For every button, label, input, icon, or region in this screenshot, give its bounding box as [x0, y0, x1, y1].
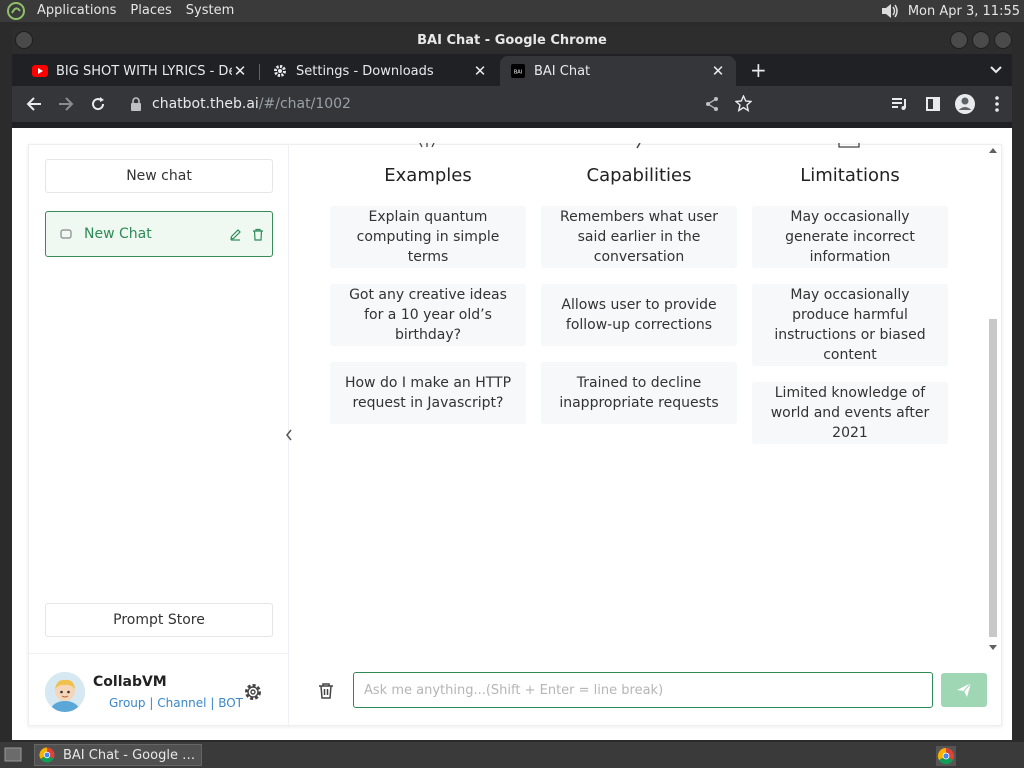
- limitation-item: Limited knowledge of world and events af…: [752, 382, 948, 444]
- top-panel: Applications Places System Mon Apr 3, 11…: [0, 0, 1024, 22]
- send-paper-plane-icon: [957, 682, 972, 697]
- send-button[interactable]: [941, 673, 987, 707]
- scroll-down-arrow-icon[interactable]: [989, 645, 997, 651]
- lightning-icon: [636, 143, 641, 149]
- taskbar-item-label: BAI Chat - Google Chrome: [63, 747, 197, 763]
- side-panel-icon[interactable]: [917, 88, 949, 120]
- youtube-icon: [32, 63, 48, 79]
- clock[interactable]: Mon Apr 3, 11:55: [908, 4, 1020, 19]
- examples-heading: Examples: [384, 165, 472, 186]
- chat-main: Examples Capabilities Limitations Explai…: [290, 143, 1003, 727]
- sidebar: New chat New Chat Prompt Store CollabVM …: [29, 145, 289, 727]
- tab-bai-chat[interactable]: BAI BAI Chat ✕: [500, 56, 736, 86]
- clear-chat-trash-icon[interactable]: [316, 681, 336, 701]
- maximize-button[interactable]: [972, 31, 990, 49]
- tab-close-icon[interactable]: ✕: [472, 62, 488, 80]
- user-links: Group | Channel | BOT: [109, 696, 243, 710]
- taskbar-item-chrome[interactable]: BAI Chat - Google Chrome: [34, 744, 202, 766]
- media-control-icon[interactable]: [884, 88, 916, 120]
- chrome-menu-icon[interactable]: [981, 88, 1012, 120]
- warning-icon: [838, 143, 860, 148]
- tab-separator: [259, 64, 260, 80]
- tab-close-icon[interactable]: ✕: [710, 62, 726, 80]
- sidebar-chat-item[interactable]: New Chat: [45, 211, 273, 257]
- show-desktop-icon[interactable]: [4, 747, 22, 763]
- address-bar[interactable]: chatbot.theb.ai/#/chat/1002: [130, 89, 950, 119]
- channel-link[interactable]: Channel: [157, 696, 206, 710]
- example-prompt[interactable]: Got any creative ideas for a 10 year old…: [330, 284, 526, 346]
- edit-pencil-icon[interactable]: [229, 228, 242, 241]
- limitations-heading: Limitations: [800, 165, 900, 186]
- window-menu-button[interactable]: [15, 31, 33, 49]
- tab-close-icon[interactable]: ✕: [232, 62, 248, 80]
- browser-toolbar: chatbot.theb.ai/#/chat/1002: [12, 86, 1012, 122]
- group-link[interactable]: Group: [109, 696, 146, 710]
- capability-item: Allows user to provide follow-up correct…: [541, 284, 737, 346]
- example-prompt[interactable]: Explain quantum computing in simple term…: [330, 206, 526, 268]
- profile-avatar-icon[interactable]: [949, 88, 981, 120]
- url-host: chatbot.theb.ai: [152, 96, 259, 112]
- user-name: CollabVM: [93, 674, 167, 690]
- applications-menu[interactable]: Applications: [30, 0, 123, 22]
- limitation-item: May occasionally produce harmful instruc…: [752, 284, 948, 366]
- gear-icon: [272, 63, 288, 79]
- limitation-item: May occasionally generate incorrect info…: [752, 206, 948, 268]
- window-title: BAI Chat - Google Chrome: [417, 32, 607, 48]
- tab-strip: BIG SHOT WITH LYRICS - Deltarune ✕ Setti…: [12, 54, 1012, 86]
- scroll-up-arrow-icon[interactable]: [989, 147, 997, 153]
- page-viewport: New chat New Chat Prompt Store CollabVM …: [12, 128, 1012, 740]
- delete-trash-icon[interactable]: [252, 228, 264, 241]
- chat-item-label: New Chat: [84, 226, 152, 242]
- url-path: /#/chat/1002: [258, 96, 351, 112]
- tab-youtube[interactable]: BIG SHOT WITH LYRICS - Deltarune ✕: [22, 56, 258, 86]
- tab-search-chevron-icon[interactable]: [990, 65, 1002, 75]
- star-icon[interactable]: [735, 95, 752, 112]
- share-icon[interactable]: [704, 96, 720, 112]
- new-tab-plus-icon[interactable]: +: [750, 58, 767, 82]
- example-prompt[interactable]: How do I make an HTTP request in Javascr…: [330, 362, 526, 424]
- bot-link[interactable]: BOT: [218, 696, 243, 710]
- svg-text:BAI: BAI: [514, 70, 522, 76]
- main-scrollbar[interactable]: [987, 145, 999, 653]
- sun-icon: [419, 143, 435, 148]
- tab-title: Settings - Downloads: [296, 63, 434, 79]
- prompt-store-button[interactable]: Prompt Store: [45, 603, 273, 637]
- volume-icon[interactable]: [880, 2, 900, 20]
- close-window-button[interactable]: [994, 31, 1012, 49]
- tab-title: BAI Chat: [534, 63, 591, 79]
- user-info: CollabVM Group | Channel | BOT: [29, 653, 289, 727]
- bottom-panel: BAI Chat - Google Chrome: [0, 742, 1024, 768]
- tab-settings[interactable]: Settings - Downloads ✕: [262, 56, 498, 86]
- chat-app: New chat New Chat Prompt Store CollabVM …: [28, 143, 1003, 727]
- chat-bubble-icon: [60, 228, 72, 239]
- chrome-logo-icon: [39, 747, 55, 763]
- chrome-window: BAI Chat - Google Chrome BIG SHOT WITH L…: [12, 26, 1012, 740]
- capability-item: Remembers what user said earlier in the …: [541, 206, 737, 268]
- minimize-button[interactable]: [950, 31, 968, 49]
- places-menu[interactable]: Places: [123, 0, 178, 22]
- avatar[interactable]: [45, 672, 85, 712]
- capabilities-heading: Capabilities: [586, 165, 692, 186]
- window-titlebar[interactable]: BAI Chat - Google Chrome: [12, 26, 1012, 54]
- input-row: [290, 653, 1003, 727]
- reload-icon[interactable]: [82, 88, 114, 120]
- new-chat-button[interactable]: New chat: [45, 159, 273, 193]
- capability-item: Trained to decline inappropriate request…: [541, 362, 737, 424]
- settings-gear-icon[interactable]: [243, 682, 263, 702]
- chrome-tray-icon[interactable]: [936, 746, 956, 766]
- scrollbar-thumb[interactable]: [989, 319, 997, 637]
- bai-icon: BAI: [510, 63, 526, 79]
- chat-input[interactable]: [353, 672, 933, 708]
- system-menu[interactable]: System: [179, 0, 241, 22]
- lock-icon[interactable]: [130, 97, 142, 111]
- tab-title: BIG SHOT WITH LYRICS - Deltarune: [56, 63, 232, 79]
- forward-arrow-icon[interactable]: [50, 88, 82, 120]
- link-separator: |: [210, 696, 219, 710]
- back-arrow-icon[interactable]: [18, 88, 50, 120]
- gnome-foot-icon[interactable]: [6, 1, 26, 21]
